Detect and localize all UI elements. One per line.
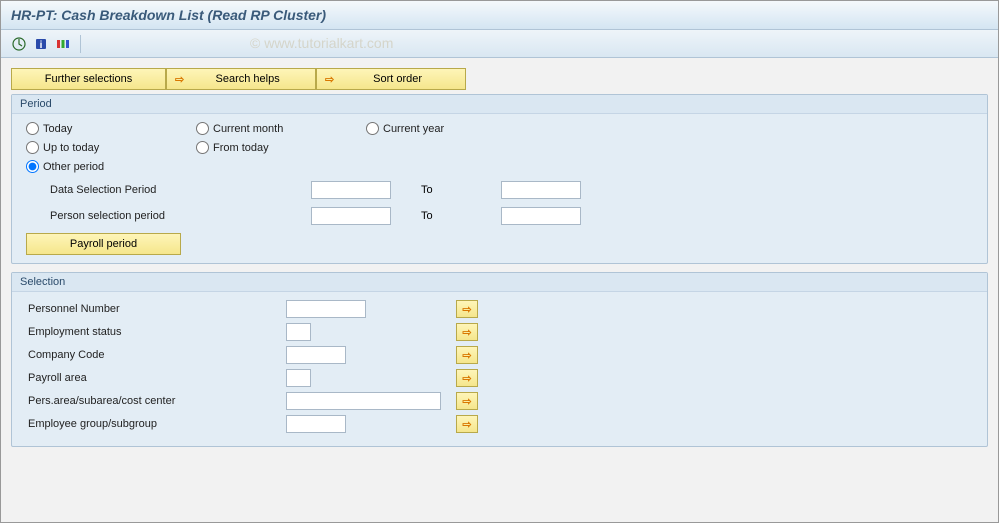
content-area: Further selections ⇨ Search helps ⇨ Sort… <box>1 58 998 465</box>
to-label: To <box>391 210 501 222</box>
input-cell <box>286 415 456 433</box>
selection-input[interactable] <box>286 369 311 387</box>
selection-row: Pers.area/subarea/cost center ⇨ <box>26 392 973 410</box>
button-label: Payroll period <box>70 238 137 250</box>
person-selection-from-input[interactable] <box>311 207 391 225</box>
radio-label: Up to today <box>43 142 99 154</box>
multiple-selection-button[interactable]: ⇨ <box>456 415 478 433</box>
person-selection-to-input[interactable] <box>501 207 581 225</box>
selection-groupbox: Selection Personnel Number⇨Employment st… <box>11 272 988 447</box>
button-label: Search helps <box>188 73 307 85</box>
radio-current-month[interactable]: Current month <box>196 122 366 135</box>
radio-input[interactable] <box>26 160 39 173</box>
radio-input[interactable] <box>26 141 39 154</box>
period-title: Period <box>12 95 987 114</box>
arrow-right-icon: ⇨ <box>462 349 471 362</box>
arrow-right-icon: ⇨ <box>175 73 184 86</box>
radio-up-to-today[interactable]: Up to today <box>26 141 196 154</box>
info-icon[interactable]: i <box>33 36 49 52</box>
radio-label: Today <box>43 123 72 135</box>
selection-row: Employment status ⇨ <box>26 323 973 341</box>
radio-today[interactable]: Today <box>26 122 196 135</box>
multiple-selection-button[interactable]: ⇨ <box>456 369 478 387</box>
period-groupbox: Period Today Current month Current year <box>11 94 988 264</box>
radio-input[interactable] <box>196 122 209 135</box>
radio-label: Other period <box>43 161 104 173</box>
selection-input[interactable] <box>286 415 346 433</box>
input-cell <box>286 346 456 364</box>
toolbar-separator <box>80 35 81 53</box>
field-label: Data Selection Period <box>26 184 311 196</box>
selection-row: Employee group/subgroup ⇨ <box>26 415 973 433</box>
further-selections-button[interactable]: Further selections <box>11 68 166 90</box>
radio-other-period[interactable]: Other period <box>26 160 196 173</box>
main-window: HR-PT: Cash Breakdown List (Read RP Clus… <box>0 0 999 523</box>
data-selection-row: Data Selection Period To <box>26 179 973 201</box>
selection-row: Company Code ⇨ <box>26 346 973 364</box>
arrow-right-icon: ⇨ <box>462 418 471 431</box>
selection-title: Selection <box>12 273 987 292</box>
field-label: Payroll area <box>26 372 286 384</box>
execute-icon[interactable] <box>11 36 27 52</box>
palette-icon[interactable] <box>55 36 71 52</box>
arrow-right-icon: ⇨ <box>325 73 334 86</box>
radio-input[interactable] <box>366 122 379 135</box>
field-label: Pers.area/subarea/cost center <box>26 395 286 407</box>
button-label: Further selections <box>45 73 132 85</box>
multiple-selection-button[interactable]: ⇨ <box>456 300 478 318</box>
field-label: Employee group/subgroup <box>26 418 286 430</box>
radio-input[interactable] <box>26 122 39 135</box>
field-label: Person selection period <box>26 210 311 222</box>
toolbar: i <box>1 30 998 58</box>
radio-from-today[interactable]: From today <box>196 141 366 154</box>
page-title: HR-PT: Cash Breakdown List (Read RP Clus… <box>11 7 988 23</box>
data-selection-from-input[interactable] <box>311 181 391 199</box>
data-selection-to-input[interactable] <box>501 181 581 199</box>
field-label: Employment status <box>26 326 286 338</box>
input-cell <box>286 300 456 318</box>
payroll-period-button[interactable]: Payroll period <box>26 233 181 255</box>
selection-input[interactable] <box>286 346 346 364</box>
radio-current-year[interactable]: Current year <box>366 122 536 135</box>
radio-input[interactable] <box>196 141 209 154</box>
title-bar: HR-PT: Cash Breakdown List (Read RP Clus… <box>1 1 998 30</box>
arrow-right-icon: ⇨ <box>462 395 471 408</box>
selection-row: Payroll area ⇨ <box>26 369 973 387</box>
input-cell <box>286 323 456 341</box>
selection-input[interactable] <box>286 392 441 410</box>
multiple-selection-button[interactable]: ⇨ <box>456 323 478 341</box>
selection-row: Personnel Number ⇨ <box>26 300 973 318</box>
selection-input[interactable] <box>286 300 366 318</box>
sort-order-button[interactable]: ⇨ Sort order <box>316 68 466 90</box>
person-selection-row: Person selection period To <box>26 205 973 227</box>
multiple-selection-button[interactable]: ⇨ <box>456 346 478 364</box>
period-radio-grid: Today Current month Current year Up to t… <box>26 122 973 173</box>
button-label: Sort order <box>338 73 457 85</box>
radio-label: Current month <box>213 123 283 135</box>
input-cell <box>286 369 456 387</box>
button-row: Further selections ⇨ Search helps ⇨ Sort… <box>11 68 988 90</box>
multiple-selection-button[interactable]: ⇨ <box>456 392 478 410</box>
arrow-right-icon: ⇨ <box>462 326 471 339</box>
field-label: Personnel Number <box>26 303 286 315</box>
radio-label: From today <box>213 142 269 154</box>
input-cell <box>286 392 456 410</box>
to-label: To <box>391 184 501 196</box>
field-label: Company Code <box>26 349 286 361</box>
radio-label: Current year <box>383 123 444 135</box>
selection-input[interactable] <box>286 323 311 341</box>
svg-text:i: i <box>40 40 43 51</box>
search-helps-button[interactable]: ⇨ Search helps <box>166 68 316 90</box>
arrow-right-icon: ⇨ <box>462 372 471 385</box>
arrow-right-icon: ⇨ <box>462 303 471 316</box>
